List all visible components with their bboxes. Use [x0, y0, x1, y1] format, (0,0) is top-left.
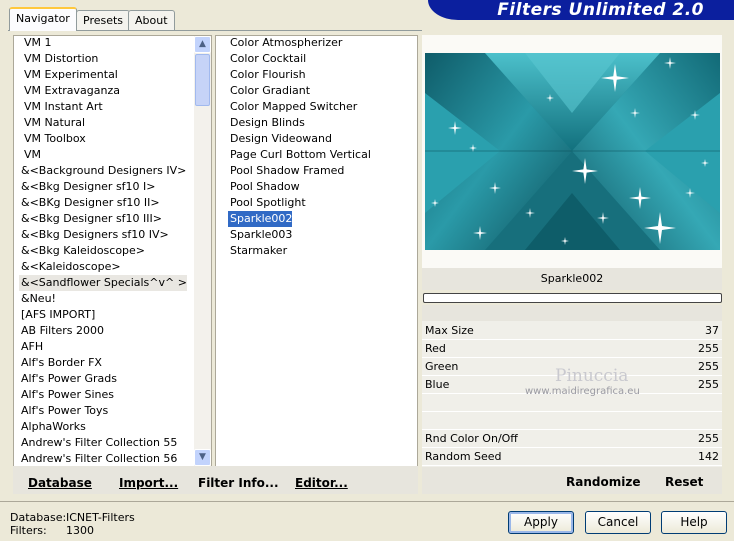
filters-label: Filters: — [10, 524, 47, 537]
category-item[interactable]: Andrew's Filter Collection 56 — [19, 451, 177, 467]
slider-track[interactable] — [422, 465, 722, 466]
category-item[interactable]: &<Kaleidoscope> — [19, 259, 121, 275]
param-value: 37 — [705, 324, 719, 337]
filters-count: 1300 — [66, 524, 94, 537]
database-button[interactable]: Database — [28, 476, 92, 490]
tab-about[interactable]: About — [128, 10, 175, 30]
filter-item[interactable]: Color Cocktail — [228, 51, 306, 67]
cancel-button[interactable]: Cancel — [585, 511, 651, 534]
param-label: Rnd Color On/Off — [425, 432, 518, 445]
param-value: 255 — [698, 432, 719, 445]
param-label: Blue — [425, 378, 450, 391]
preview-image[interactable] — [425, 53, 720, 250]
filter-item[interactable]: Color Atmospherizer — [228, 35, 342, 51]
reset-button[interactable]: Reset — [665, 475, 703, 489]
filter-item[interactable]: Design Blinds — [228, 115, 305, 131]
scroll-up-icon[interactable]: ▲ — [194, 36, 211, 53]
database-label: Database: — [10, 511, 67, 524]
category-item[interactable]: Andrew's Filter Collection 55 — [19, 435, 177, 451]
category-item[interactable]: VM 1 — [22, 35, 52, 51]
param-row-random-seed[interactable]: Random Seed 142 — [422, 448, 722, 466]
category-item[interactable]: VM Experimental — [22, 67, 118, 83]
database-value: ICNET-Filters — [66, 511, 135, 524]
watermark-url: www.maidiregrafica.eu — [525, 386, 640, 397]
progress-bar — [423, 293, 722, 303]
category-item[interactable]: AB Filters 2000 — [19, 323, 104, 339]
category-item[interactable]: &<Sandflower Specials^v^ > — [19, 275, 187, 291]
import-button[interactable]: Import... — [119, 476, 178, 490]
filter-item[interactable]: Starmaker — [228, 243, 287, 259]
category-item[interactable]: &<BKg Designer sf10 II> — [19, 195, 160, 211]
filter-item[interactable]: Pool Shadow — [228, 179, 300, 195]
param-value: 255 — [698, 378, 719, 391]
category-scrollbar[interactable]: ▲ ▼ — [194, 36, 211, 466]
help-button[interactable]: Help — [661, 511, 727, 534]
scroll-down-icon[interactable]: ▼ — [194, 449, 211, 466]
scroll-thumb[interactable] — [195, 54, 210, 106]
selected-filter-name: Sparkle002 — [422, 268, 722, 290]
filter-list[interactable]: Color Atmospherizer Color Cocktail Color F… — [215, 35, 418, 467]
category-item[interactable]: AFH — [19, 339, 43, 355]
category-item[interactable]: &Neu! — [19, 291, 56, 307]
param-row-empty-2[interactable] — [422, 412, 722, 430]
filter-item[interactable]: Sparkle002 — [228, 211, 293, 227]
filter-item[interactable]: Color Flourish — [228, 67, 306, 83]
bottom-separator — [0, 501, 734, 502]
category-item[interactable]: VM Instant Art — [22, 99, 103, 115]
filter-item[interactable]: Sparkle003 — [228, 227, 292, 243]
randomize-button[interactable]: Randomize — [566, 475, 640, 489]
apply-button[interactable]: Apply — [508, 511, 574, 534]
category-item[interactable]: &<Bkg Designer sf10 I> — [19, 179, 156, 195]
category-item[interactable]: Alf's Power Grads — [19, 371, 117, 387]
filter-info-button[interactable]: Filter Info... — [198, 476, 279, 490]
param-label: Random Seed — [425, 450, 502, 463]
param-row-max-size[interactable]: Max Size 37 — [422, 322, 722, 340]
filter-item[interactable]: Pool Shadow Framed — [228, 163, 344, 179]
app-title-banner: Filters Unlimited 2.0 — [428, 0, 734, 20]
param-value: 255 — [698, 360, 719, 373]
category-item[interactable]: VM Distortion — [22, 51, 98, 67]
category-item[interactable]: VM Toolbox — [22, 131, 86, 147]
param-label: Red — [425, 342, 446, 355]
filter-item[interactable]: Design Videowand — [228, 131, 332, 147]
category-item[interactable]: VM — [22, 147, 41, 163]
category-item[interactable]: Alf's Power Toys — [19, 403, 108, 419]
category-item[interactable]: AlphaWorks — [19, 419, 86, 435]
filter-item[interactable]: Color Mapped Switcher — [228, 99, 357, 115]
category-item[interactable]: Alf's Power Sines — [19, 387, 114, 403]
category-item[interactable]: &<Background Designers IV> — [19, 163, 186, 179]
category-item[interactable]: &<Bkg Kaleidoscope> — [19, 243, 145, 259]
param-row-rnd-color[interactable]: Rnd Color On/Off 255 — [422, 430, 722, 448]
param-value: 142 — [698, 450, 719, 463]
param-label: Max Size — [425, 324, 474, 337]
filter-item[interactable]: Pool Spotlight — [228, 195, 306, 211]
category-item[interactable]: &<Bkg Designers sf10 IV> — [19, 227, 169, 243]
category-list[interactable]: VM 1 VM Distortion VM Experimental VM Extra… — [13, 35, 212, 467]
progress-spacer — [422, 305, 722, 321]
category-item[interactable]: VM Extravaganza — [22, 83, 120, 99]
watermark-title: Pinuccia — [555, 366, 629, 386]
param-value: 255 — [698, 342, 719, 355]
param-row-red[interactable]: Red 255 — [422, 340, 722, 358]
filter-item[interactable]: Page Curl Bottom Vertical — [228, 147, 371, 163]
category-item[interactable]: Alf's Border FX — [19, 355, 102, 371]
category-item[interactable]: VM Natural — [22, 115, 85, 131]
tab-presets[interactable]: Presets — [76, 10, 131, 30]
filter-item[interactable]: Color Gradiant — [228, 83, 310, 99]
category-item[interactable]: [AFS IMPORT] — [19, 307, 95, 323]
param-label: Green — [425, 360, 459, 373]
tab-navigator[interactable]: Navigator — [9, 7, 77, 31]
category-item[interactable]: &<Bkg Designer sf10 III> — [19, 211, 162, 227]
editor-button[interactable]: Editor... — [295, 476, 348, 490]
